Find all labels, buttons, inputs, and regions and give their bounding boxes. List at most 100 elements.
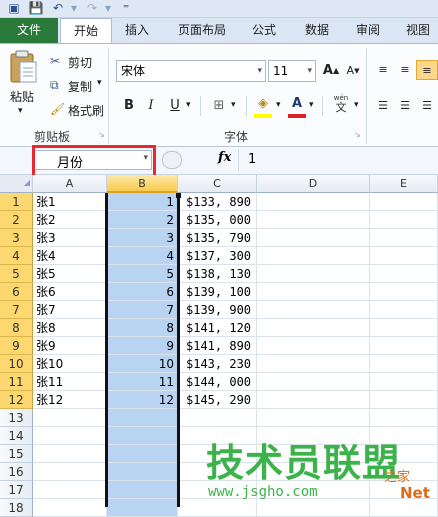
tab-file[interactable]: 文件 bbox=[0, 18, 58, 43]
tab-formulas[interactable]: 公式 bbox=[242, 18, 286, 43]
row-header[interactable]: 8 bbox=[0, 319, 33, 337]
row-header[interactable]: 11 bbox=[0, 373, 33, 391]
row-header[interactable]: 4 bbox=[0, 247, 33, 265]
cell-c[interactable]: $141, 890 bbox=[178, 337, 257, 355]
chevron-down-icon[interactable]: ▾ bbox=[97, 78, 102, 88]
row-header[interactable]: 18 bbox=[0, 499, 33, 517]
cell-c[interactable]: $139, 100 bbox=[178, 283, 257, 301]
underline-button[interactable]: U bbox=[164, 96, 186, 116]
tab-insert[interactable]: 插入 bbox=[114, 18, 160, 43]
cell-e[interactable] bbox=[370, 301, 438, 319]
cell-e[interactable] bbox=[370, 319, 438, 337]
phonetic-guide-button[interactable]: wén 文 bbox=[330, 94, 352, 118]
bold-button[interactable]: B bbox=[118, 96, 140, 116]
tab-home[interactable]: 开始 bbox=[60, 18, 112, 44]
cell-a[interactable]: 张3 bbox=[33, 229, 107, 247]
grow-font-button[interactable]: A▲ bbox=[320, 61, 342, 81]
cell-a[interactable] bbox=[33, 463, 107, 481]
cell-a[interactable]: 张10 bbox=[33, 355, 107, 373]
redo-icon[interactable]: ↷ bbox=[84, 1, 100, 16]
cell-e[interactable] bbox=[370, 409, 438, 427]
cell-c[interactable]: $141, 120 bbox=[178, 319, 257, 337]
cell-e[interactable] bbox=[370, 391, 438, 409]
cell-e[interactable] bbox=[370, 373, 438, 391]
cell-c[interactable]: $133, 890 bbox=[178, 193, 257, 211]
cut-button[interactable]: 剪切 bbox=[68, 54, 92, 71]
cell-d[interactable] bbox=[257, 337, 370, 355]
cell-d[interactable] bbox=[257, 301, 370, 319]
column-header-e[interactable]: E bbox=[370, 175, 438, 193]
cell-d[interactable] bbox=[257, 319, 370, 337]
undo-icon[interactable]: ↶ bbox=[50, 1, 66, 16]
row-header[interactable]: 7 bbox=[0, 301, 33, 319]
row-header[interactable]: 14 bbox=[0, 427, 33, 445]
column-header-b[interactable]: B bbox=[107, 175, 178, 193]
cell-d[interactable] bbox=[257, 391, 370, 409]
row-header[interactable]: 6 bbox=[0, 283, 33, 301]
row-header[interactable]: 1 bbox=[0, 193, 33, 211]
cell-e[interactable] bbox=[370, 229, 438, 247]
paste-label[interactable]: 粘贴 bbox=[10, 88, 34, 105]
align-left-icon[interactable]: ☰ bbox=[372, 96, 394, 116]
tab-review[interactable]: 审阅 bbox=[346, 18, 390, 43]
save-icon[interactable]: 💾 bbox=[28, 1, 44, 16]
cell-c[interactable]: $135, 000 bbox=[178, 211, 257, 229]
tab-page-layout[interactable]: 页面布局 bbox=[166, 18, 238, 43]
format-painter-button[interactable]: 格式刷 bbox=[68, 102, 104, 119]
cell-e[interactable] bbox=[370, 193, 438, 211]
cell-d[interactable] bbox=[257, 229, 370, 247]
cell-c[interactable]: $138, 130 bbox=[178, 265, 257, 283]
align-center-icon[interactable]: ☰ bbox=[394, 96, 416, 116]
cell-e[interactable] bbox=[370, 247, 438, 265]
cell-a[interactable] bbox=[33, 481, 107, 499]
row-header[interactable]: 12 bbox=[0, 391, 33, 409]
cell-a[interactable]: 张2 bbox=[33, 211, 107, 229]
cell-a[interactable] bbox=[33, 499, 107, 517]
row-header[interactable]: 3 bbox=[0, 229, 33, 247]
cell-e[interactable] bbox=[370, 265, 438, 283]
cell-c[interactable] bbox=[178, 409, 257, 427]
insert-function-button[interactable]: fx bbox=[218, 150, 231, 165]
align-right-icon[interactable]: ☰ bbox=[416, 96, 438, 116]
formula-input[interactable]: 1 bbox=[248, 152, 256, 167]
cell-a[interactable] bbox=[33, 409, 107, 427]
row-header[interactable]: 15 bbox=[0, 445, 33, 463]
column-header-d[interactable]: D bbox=[257, 175, 370, 193]
cell-a[interactable]: 张1 bbox=[33, 193, 107, 211]
cell-d[interactable] bbox=[257, 409, 370, 427]
cell-d[interactable] bbox=[257, 283, 370, 301]
cell-a[interactable]: 张12 bbox=[33, 391, 107, 409]
cell-c[interactable]: $143, 230 bbox=[178, 355, 257, 373]
row-header[interactable]: 9 bbox=[0, 337, 33, 355]
font-name-select[interactable]: 宋体 ▾ bbox=[116, 60, 266, 82]
chevron-down-icon[interactable]: ▾ bbox=[18, 106, 23, 116]
cell-a[interactable]: 张11 bbox=[33, 373, 107, 391]
copy-button[interactable]: 复制 bbox=[68, 78, 92, 95]
chevron-down-icon[interactable]: ▾ bbox=[276, 100, 281, 110]
font-color-icon[interactable]: A bbox=[286, 94, 308, 114]
cell-d[interactable] bbox=[257, 373, 370, 391]
row-header[interactable]: 16 bbox=[0, 463, 33, 481]
row-header[interactable]: 17 bbox=[0, 481, 33, 499]
fill-color-icon[interactable]: ◈ bbox=[252, 94, 274, 114]
chevron-down-icon[interactable]: ▾ bbox=[309, 100, 314, 110]
cell-c[interactable]: $144, 000 bbox=[178, 373, 257, 391]
cell-c[interactable]: $139, 900 bbox=[178, 301, 257, 319]
customize-toolbar-icon[interactable]: ⁼ bbox=[118, 1, 134, 16]
chevron-down-icon[interactable]: ▾ bbox=[100, 1, 116, 16]
align-middle-icon[interactable]: ≡ bbox=[394, 60, 416, 80]
chevron-down-icon[interactable]: ▾ bbox=[354, 100, 359, 110]
cell-a[interactable]: 张9 bbox=[33, 337, 107, 355]
dialog-launcher-icon[interactable]: ↘ bbox=[98, 130, 105, 139]
tab-data[interactable]: 数据 bbox=[294, 18, 340, 43]
shrink-font-button[interactable]: A▼ bbox=[342, 61, 364, 81]
cell-e[interactable] bbox=[370, 211, 438, 229]
cell-d[interactable] bbox=[257, 247, 370, 265]
cell-a[interactable] bbox=[33, 445, 107, 463]
cell-d[interactable] bbox=[257, 355, 370, 373]
cell-a[interactable]: 张6 bbox=[33, 283, 107, 301]
font-size-select[interactable]: 11 ▾ bbox=[268, 60, 316, 82]
cell-a[interactable]: 张8 bbox=[33, 319, 107, 337]
fill-handle[interactable] bbox=[176, 193, 181, 198]
row-header[interactable]: 10 bbox=[0, 355, 33, 373]
